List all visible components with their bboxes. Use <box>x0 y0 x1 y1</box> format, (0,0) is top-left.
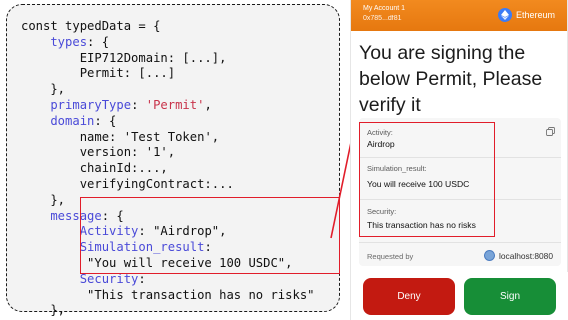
code-text: , <box>211 129 220 144</box>
code-line: version: '1', <box>21 145 315 161</box>
code-text: '1' <box>145 145 168 160</box>
code-line: EIP712Domain: [...], <box>21 51 315 67</box>
code-line: types: { <box>21 35 315 51</box>
divider <box>359 242 561 243</box>
ethereum-icon <box>497 8 512 22</box>
request-origin: localhost:8080 <box>483 250 553 261</box>
code-key: domain <box>21 113 95 128</box>
code-string: 'Permit' <box>145 97 205 112</box>
fields-highlight-box <box>359 122 495 237</box>
copy-icon[interactable] <box>546 123 555 141</box>
signing-heading: You are signing the below Permit, Please… <box>359 42 543 116</box>
code-line: Security: <box>21 272 315 288</box>
code-key: types <box>21 34 88 49</box>
code-line: const typedData = { <box>21 19 315 35</box>
wallet-window: My Account 1 0x785...df81 Ethereum You a… <box>350 0 568 320</box>
code-text: }, <box>21 192 66 207</box>
code-text: }, <box>21 82 66 97</box>
code-line: }, <box>21 82 315 98</box>
code-line: primaryType: 'Permit', <box>21 98 315 114</box>
requested-by-label: Requested by <box>367 252 414 261</box>
code-text: }, <box>21 303 66 318</box>
code-block: const typedData = { types: { EIP712Domai… <box>21 19 315 320</box>
code-text: verifyingContract:... <box>21 176 234 191</box>
code-text: 'Test Token' <box>123 129 212 144</box>
account-address: 0x785...df81 <box>363 15 402 22</box>
code-line: "This transaction has no risks" <box>21 287 315 304</box>
code-text: , <box>167 145 176 160</box>
code-key: primaryType <box>21 97 132 112</box>
code-line: }, <box>21 303 315 319</box>
network-label: Ethereum <box>515 10 555 20</box>
code-text: version: <box>21 145 146 160</box>
account-name[interactable]: My Account 1 <box>363 5 405 12</box>
code-line: chainId:..., <box>21 161 315 177</box>
code-line: name: 'Test Token', <box>21 130 315 146</box>
code-line: verifyingContract:... <box>21 177 315 193</box>
code-text: : <box>131 97 146 112</box>
code-line: domain: { <box>21 114 315 130</box>
code-text: name: <box>21 129 124 144</box>
code-text: : { <box>94 113 117 128</box>
message-highlight-box <box>80 197 340 274</box>
code-text: EIP712Domain: [...], <box>21 50 227 65</box>
code-text: "This transaction has no risks" <box>21 287 315 302</box>
code-panel: const typedData = { types: { EIP712Domai… <box>6 4 340 320</box>
code-line: Permit: [...] <box>21 66 315 82</box>
code-text: : { <box>87 34 110 49</box>
code-text: chainId:..., <box>21 161 168 176</box>
code-text: Permit: [...] <box>21 66 176 81</box>
network-selector[interactable]: Ethereum <box>497 8 555 22</box>
action-bar: Deny Sign <box>351 272 568 320</box>
wallet-topbar: My Account 1 0x785...df81 Ethereum <box>351 0 567 31</box>
origin-url: localhost:8080 <box>498 250 553 261</box>
code-text: , <box>204 97 212 112</box>
code-text: const typedData = { <box>21 19 161 33</box>
globe-icon <box>483 250 495 261</box>
sign-button[interactable]: Sign <box>464 278 556 315</box>
deny-button[interactable]: Deny <box>363 278 455 315</box>
